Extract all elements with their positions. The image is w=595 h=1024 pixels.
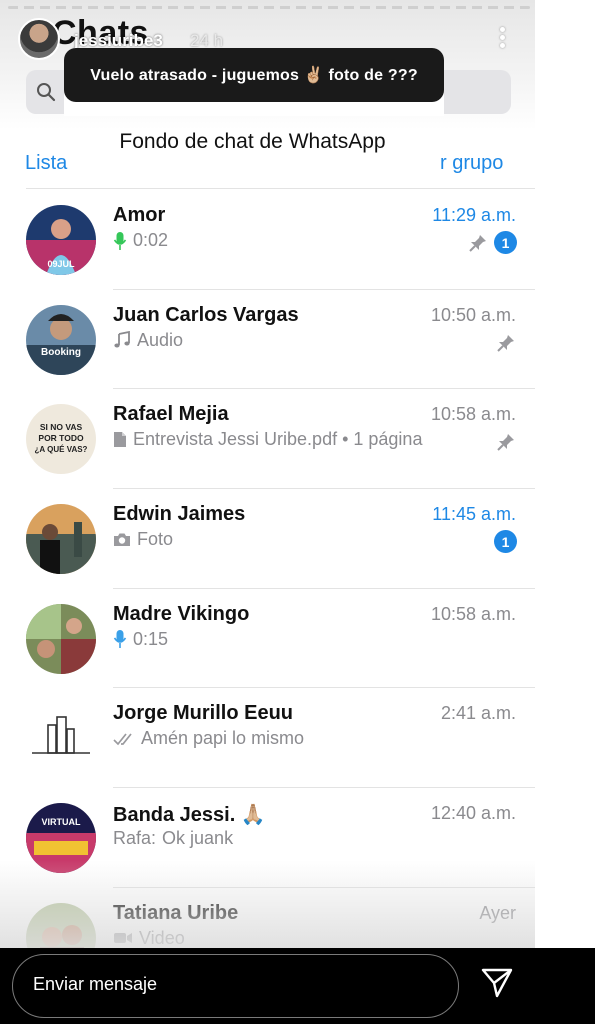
chat-row-juan-carlos-vargas[interactable]: Booking Juan Carlos Vargas 10:50 a.m. Au…: [0, 290, 535, 390]
story-margin: [535, 0, 595, 948]
chat-name: Amor: [113, 204, 166, 226]
document-icon: [114, 432, 126, 448]
chat-time: 10:50 a.m.: [430, 304, 516, 325]
avatar-rafael-line-2: POR TODO: [38, 433, 84, 443]
chat-name: Tatiana Uribe: [113, 901, 239, 924]
avatar: SI NO VAS POR TODO ¿A QUÉ VAS?: [26, 404, 96, 475]
chat-row-jorge-murillo-eeuu[interactable]: Jorge Murillo Eeuu 2:41 a.m. Amén papi l…: [0, 688, 535, 789]
chat-time: 11:45 a.m.: [432, 504, 516, 525]
send-icon[interactable]: [480, 965, 514, 999]
unread-badge: 1: [494, 231, 517, 254]
chat-background-label: Fondo de chat de WhatsApp: [119, 130, 386, 153]
more-options-icon[interactable]: [495, 25, 509, 53]
new-group-link[interactable]: r grupo: [440, 152, 503, 175]
chat-row-banda-jessi[interactable]: VIRTUAL Banda Jessi. 🙏🏼 12:40 a.m. Rafa:…: [0, 788, 535, 888]
chat-preview: Video: [113, 928, 185, 948]
avatar-juan-label: Booking: [41, 347, 81, 358]
story-progress-bar: [8, 6, 530, 9]
chat-preview: Foto: [113, 529, 173, 550]
avatar-amor-label: 09JUL: [47, 259, 75, 269]
chat-row-amor[interactable]: 09JUL Amor 11:29 a.m. 0:02 1: [0, 190, 535, 290]
avatar: VIRTUAL: [26, 803, 96, 874]
avatar: Booking: [26, 304, 96, 375]
camera-icon: [114, 533, 130, 547]
chat-row-rafael-mejia[interactable]: SI NO VAS POR TODO ¿A QUÉ VAS? Rafael Me…: [0, 389, 535, 490]
avatar: [26, 603, 96, 674]
chat-sender: Rafa:: [113, 828, 157, 849]
search-icon: [37, 83, 56, 102]
lists-link[interactable]: Lista: [25, 152, 67, 175]
chat-name: Banda Jessi. 🙏🏼: [113, 804, 266, 827]
story-frame: Chats jessiuribe3 24 h Vuelo atrasado - …: [0, 0, 535, 948]
chat-preview: 0:02: [113, 230, 168, 251]
chat-preview-text: Amén papi lo mismo: [141, 728, 305, 749]
chat-time: 12:40 a.m.: [430, 803, 516, 824]
chat-time: 10:58 a.m.: [430, 603, 516, 624]
story-caption: Vuelo atrasado - juguemos ✌🏼 foto de ???: [64, 48, 444, 102]
chat-name: Rafael Mejia: [113, 403, 229, 426]
avatar-banda-label: VIRTUAL: [42, 817, 81, 827]
avatar: [26, 703, 96, 774]
chat-name: Madre Vikingo: [113, 602, 250, 625]
chat-row-madre-vikingo[interactable]: Madre Vikingo 10:58 a.m. 0:15: [0, 589, 535, 689]
chat-row-edwin-jaimes[interactable]: Edwin Jaimes 11:45 a.m. Foto 1: [0, 489, 535, 589]
avatar: [26, 902, 96, 948]
chat-time: 10:58 a.m.: [430, 404, 516, 425]
chat-preview-text: Video: [139, 927, 185, 948]
chat-preview-text: Audio: [137, 329, 184, 350]
microphone-icon: [113, 630, 127, 649]
divider: [26, 188, 535, 189]
chat-preview-text: Ok juank: [162, 828, 234, 849]
double-check-icon: [113, 733, 132, 746]
reply-placeholder[interactable]: Enviar mensaje: [33, 974, 157, 995]
chat-preview: Amén papi lo mismo: [113, 728, 304, 749]
avatar-rafael-line-1: SI NO VAS: [40, 422, 83, 432]
unread-badge: 1: [494, 530, 517, 554]
chat-name: Juan Carlos Vargas: [113, 303, 299, 326]
pin-icon: [469, 235, 486, 252]
avatar: 09JUL: [26, 205, 96, 275]
chat-time: Ayer: [479, 902, 516, 923]
chat-preview-text: Entrevista Jessi Uribe.pdf • 1 página: [133, 429, 423, 450]
chat-preview-text: 0:15: [133, 628, 169, 649]
chat-list: 09JUL Amor 11:29 a.m. 0:02 1 Booking Jua…: [0, 190, 535, 948]
pin-icon: [497, 334, 514, 352]
microphone-icon: [113, 231, 127, 250]
avatar: [26, 504, 96, 575]
music-note-icon: [114, 331, 130, 348]
video-icon: [114, 933, 132, 944]
chat-preview-text: 0:02: [133, 230, 169, 250]
chat-preview: Audio: [113, 330, 183, 351]
pin-icon: [497, 434, 514, 452]
chat-preview: Rafa: Ok juank: [113, 828, 233, 849]
chat-preview-text: Foto: [137, 529, 174, 550]
chat-name: Edwin Jaimes: [113, 503, 246, 526]
chat-time: 11:29 a.m.: [432, 205, 516, 225]
chat-preview: 0:15: [113, 629, 168, 650]
chat-name: Jorge Murillo Eeuu: [113, 702, 294, 725]
avatar-rafael-line-3: ¿A QUÉ VAS?: [35, 445, 88, 454]
chat-preview: Entrevista Jessi Uribe.pdf • 1 página: [113, 429, 422, 450]
chat-row-tatiana-uribe[interactable]: Tatiana Uribe Ayer Video: [0, 888, 535, 948]
chat-time: 2:41 a.m.: [440, 703, 516, 724]
story-avatar[interactable]: [18, 18, 60, 60]
